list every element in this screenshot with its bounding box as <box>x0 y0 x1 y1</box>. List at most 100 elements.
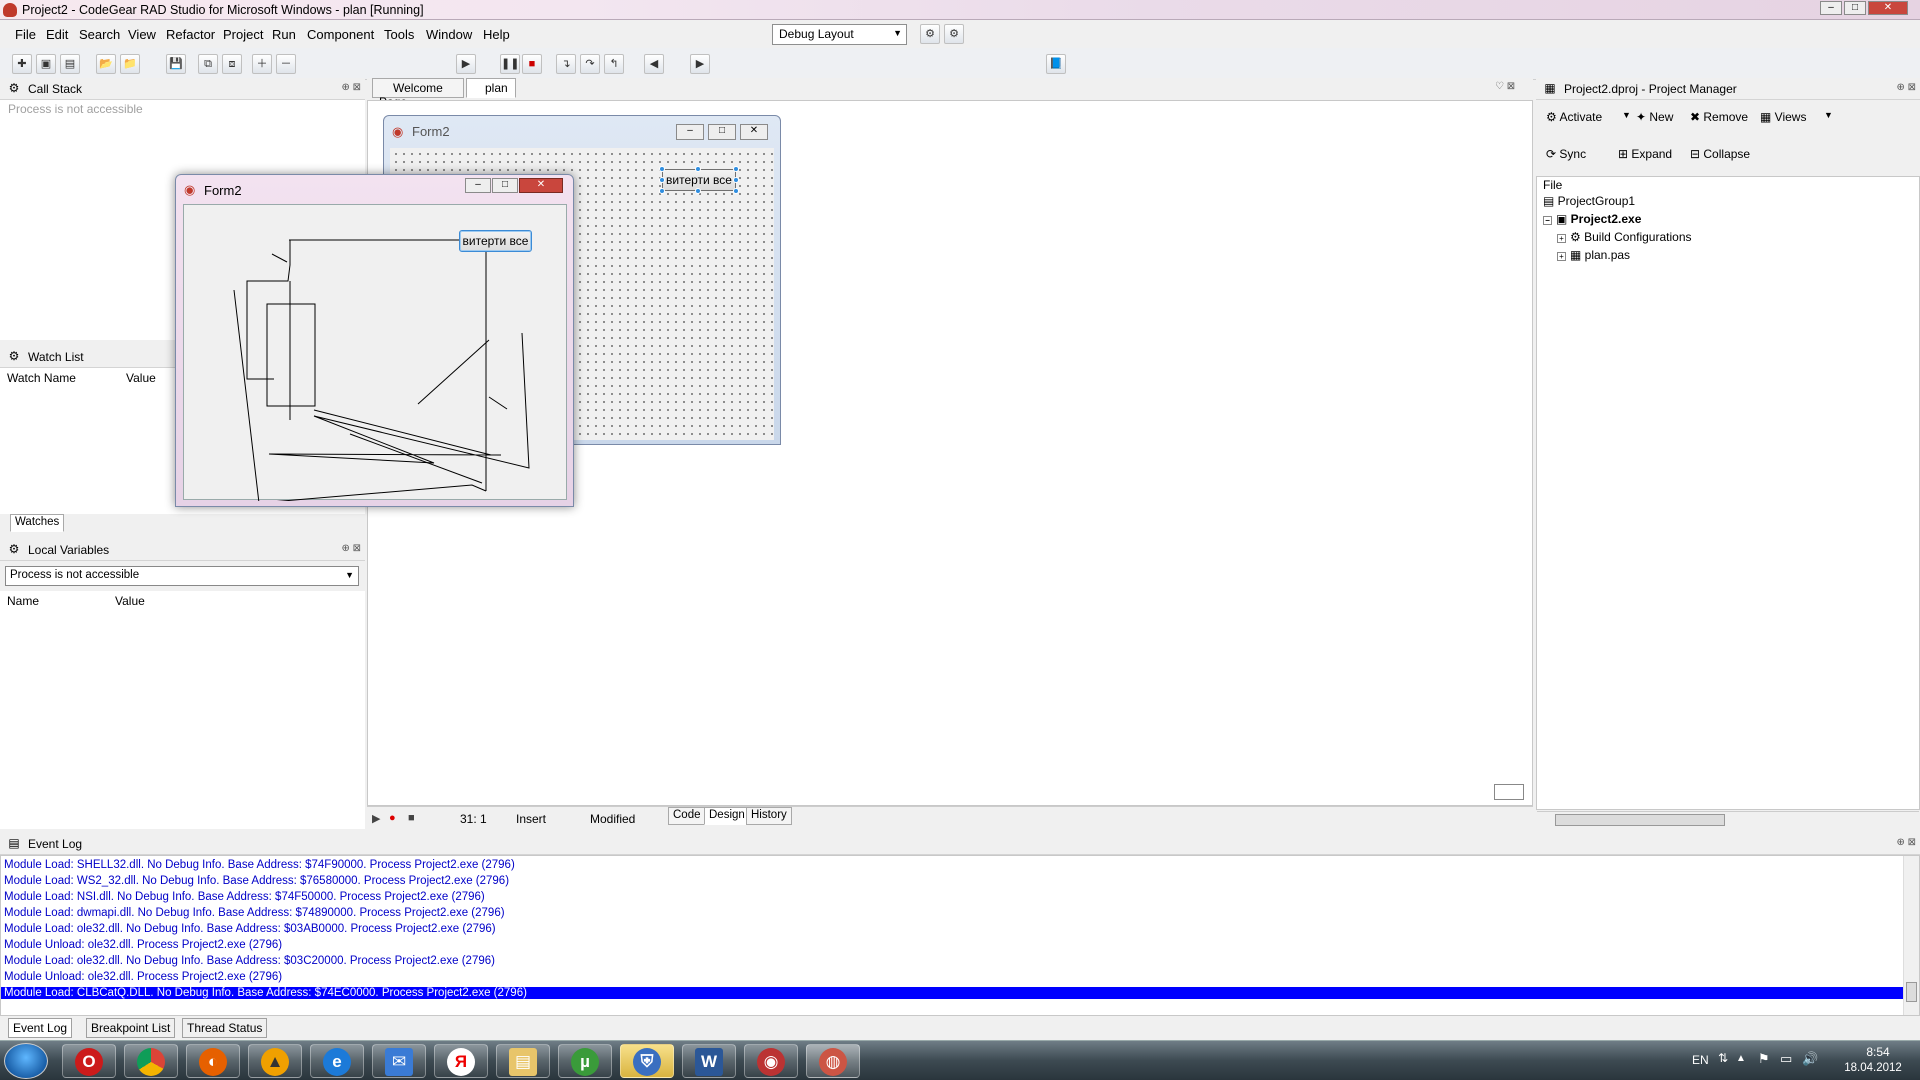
trace-into-icon[interactable]: ↴ <box>556 54 576 74</box>
maximize-button[interactable]: □ <box>1844 1 1866 15</box>
pause-icon[interactable]: ❚❚ <box>500 54 520 74</box>
tab-plan[interactable]: plan <box>466 78 516 98</box>
log-line[interactable]: Module Load: WS2_32.dll. No Debug Info. … <box>4 875 509 887</box>
menu-edit[interactable]: Edit <box>46 27 68 42</box>
taskbar-security[interactable]: ⛨ <box>620 1044 674 1078</box>
taskbar-ie[interactable]: e <box>310 1044 364 1078</box>
minimize-button[interactable]: – <box>1820 1 1842 15</box>
expand-node-icon[interactable]: + <box>1557 252 1566 261</box>
open-project-icon[interactable]: 📁 <box>120 54 140 74</box>
chevron-down-icon[interactable]: ▼ <box>1824 110 1833 120</box>
open-icon[interactable]: 📂 <box>96 54 116 74</box>
close-file-icon[interactable]: ⧈ <box>222 54 242 74</box>
remove-file-icon[interactable]: － <box>276 54 296 74</box>
menu-tools[interactable]: Tools <box>384 27 414 42</box>
step-out-icon[interactable]: ↰ <box>604 54 624 74</box>
running-max-button[interactable]: □ <box>492 178 518 193</box>
stop-macro-icon[interactable]: ■ <box>408 812 415 824</box>
menu-help[interactable]: Help <box>483 27 510 42</box>
menu-refactor[interactable]: Refactor <box>166 27 215 42</box>
clear-all-button[interactable]: витерти все <box>459 230 532 252</box>
log-line[interactable]: Module Load: ole32.dll. No Debug Info. B… <box>4 955 495 967</box>
watch-col-value[interactable]: Value <box>126 371 156 385</box>
tab-watches[interactable]: Watches <box>10 514 65 532</box>
local-col-value[interactable]: Value <box>115 594 145 608</box>
editor-close-icon[interactable]: ♡ ⊠ <box>1495 81 1515 92</box>
chevron-down-icon[interactable]: ▼ <box>1622 110 1631 120</box>
log-line[interactable]: Module Load: SHELL32.dll. No Debug Info.… <box>4 859 515 871</box>
selection-handle[interactable] <box>695 188 701 194</box>
tab-breakpoint-list[interactable]: Breakpoint List <box>86 1018 176 1038</box>
new-unit-icon[interactable]: ▤ <box>60 54 80 74</box>
clock-date[interactable]: 18.04.2012 <box>1838 1062 1908 1074</box>
record-macro-icon[interactable]: ● <box>389 812 396 824</box>
menu-window[interactable]: Window <box>426 27 472 42</box>
taskbar-mail[interactable]: ✉ <box>372 1044 426 1078</box>
tab-welcome-page[interactable]: Welcome Page <box>372 78 464 109</box>
taskbar-utorrent[interactable]: µ <box>558 1044 612 1078</box>
new-form-icon[interactable]: ▣ <box>36 54 56 74</box>
taskbar-delphi[interactable]: ◉ <box>744 1044 798 1078</box>
menu-view[interactable]: View <box>128 27 156 42</box>
tab-design[interactable]: Design <box>704 807 750 825</box>
tree-build-configs[interactable]: + ⚙ Build Configurations <box>1557 230 1692 244</box>
taskbar-firefox[interactable]: ◐ <box>186 1044 240 1078</box>
layout-combo[interactable]: Debug Layout ▼ <box>772 24 907 45</box>
step-over-icon[interactable]: ↷ <box>580 54 600 74</box>
log-line[interactable]: Module Unload: ole32.dll. Process Projec… <box>4 971 282 983</box>
menu-project[interactable]: Project <box>223 27 263 42</box>
taskbar-chrome[interactable] <box>124 1044 178 1078</box>
running-client-area[interactable]: витерти все <box>183 204 567 501</box>
play-macro-icon[interactable]: ▶ <box>372 812 380 825</box>
show-hidden-icons[interactable]: ▲ <box>1736 1053 1746 1064</box>
pin-icon[interactable]: ⊕ ⊠ <box>341 82 361 93</box>
set-layout-icon[interactable]: ⚙ <box>944 24 964 44</box>
help-book-icon[interactable]: 📘 <box>1046 54 1066 74</box>
taskbar-yandex[interactable]: Я <box>434 1044 488 1078</box>
tree-project-group[interactable]: ▤ ProjectGroup1 <box>1543 194 1635 208</box>
flag-icon[interactable]: ⚑ <box>1758 1051 1770 1067</box>
language-indicator[interactable]: EN <box>1692 1053 1709 1067</box>
running-form[interactable]: ◉ Form2 – □ ✕ витерти все <box>175 174 574 507</box>
taskbar-word[interactable]: W <box>682 1044 736 1078</box>
tab-code[interactable]: Code <box>668 807 706 825</box>
collapse-button[interactable]: ⊟ Collapse <box>1690 147 1750 161</box>
remove-button[interactable]: ✖ Remove <box>1690 110 1748 124</box>
back-icon[interactable]: ◀ <box>644 54 664 74</box>
stop-icon[interactable]: ■ <box>522 54 542 74</box>
collapse-node-icon[interactable]: − <box>1543 216 1552 225</box>
taskbar-opera[interactable]: O <box>62 1044 116 1078</box>
local-col-name[interactable]: Name <box>7 594 39 608</box>
selection-handle[interactable] <box>659 166 665 172</box>
tree-unit[interactable]: + ▦ plan.pas <box>1557 248 1630 262</box>
pm-hscrollbar[interactable] <box>1537 811 1919 828</box>
log-line[interactable]: Module Load: ole32.dll. No Debug Info. B… <box>4 923 496 935</box>
network-icon[interactable]: ⇅ <box>1718 1051 1728 1065</box>
log-vscrollbar[interactable] <box>1903 856 1919 1015</box>
pin-icon[interactable]: ⊕ ⊠ <box>341 543 361 554</box>
save-all-icon[interactable]: ⧉ <box>198 54 218 74</box>
tree-project[interactable]: − ▣ Project2.exe <box>1543 212 1641 226</box>
pm-scroll-thumb[interactable] <box>1555 814 1725 826</box>
watch-col-name[interactable]: Watch Name <box>7 371 76 385</box>
add-file-icon[interactable]: ＋ <box>252 54 272 74</box>
taskbar-aimp[interactable]: ▲ <box>248 1044 302 1078</box>
save-layout-icon[interactable]: ⚙ <box>920 24 940 44</box>
clock-time[interactable]: 8:54 <box>1848 1045 1908 1059</box>
volume-icon[interactable]: 🔊 <box>1802 1051 1818 1067</box>
running-min-button[interactable]: – <box>465 178 491 193</box>
pin-icon[interactable]: ⊕ ⊠ <box>1896 837 1916 848</box>
selection-handle[interactable] <box>659 188 665 194</box>
menu-search[interactable]: Search <box>79 27 120 42</box>
running-close-button[interactable]: ✕ <box>519 178 563 193</box>
tab-event-log[interactable]: Event Log <box>8 1018 73 1038</box>
forward-icon[interactable]: ▶ <box>690 54 710 74</box>
menu-file[interactable]: File <box>15 27 36 42</box>
close-button[interactable]: ✕ <box>1868 1 1908 15</box>
taskbar-project2[interactable]: ◍ <box>806 1044 860 1078</box>
log-line[interactable]: Module Load: dwmapi.dll. No Debug Info. … <box>4 907 505 919</box>
form-thumbnail[interactable] <box>1494 784 1524 800</box>
log-scroll-thumb[interactable] <box>1906 982 1917 1002</box>
start-button[interactable] <box>4 1043 48 1079</box>
monitor-icon[interactable]: ▭ <box>1780 1051 1792 1067</box>
